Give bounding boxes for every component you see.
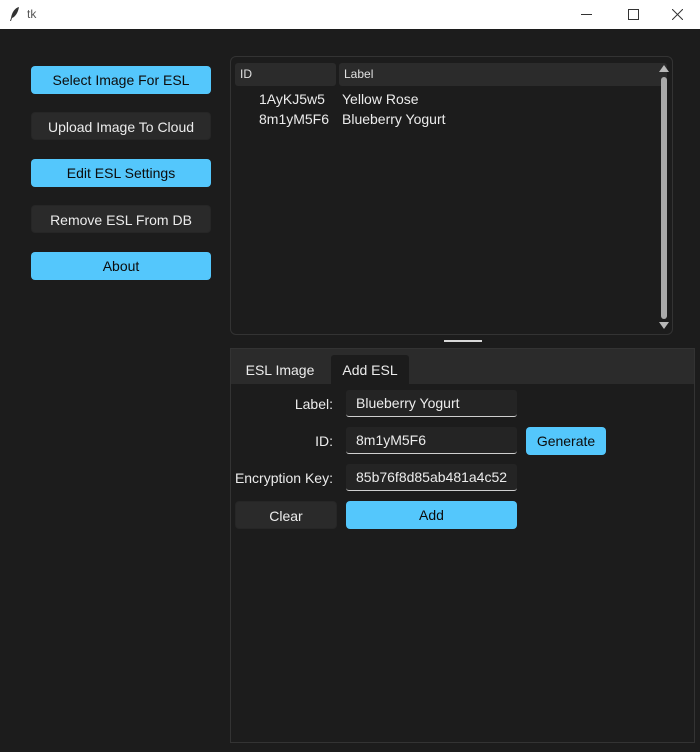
notebook: ESL Image Add ESL Label: Blueberry Yogur… <box>230 348 695 743</box>
close-button[interactable] <box>654 0 700 29</box>
table-row[interactable]: 1AyKJ5w5 Yellow Rose <box>231 89 671 109</box>
clear-button[interactable]: Clear <box>235 501 337 529</box>
tab-add-esl[interactable]: Add ESL <box>331 355 409 384</box>
cell-label: Blueberry Yogurt <box>342 111 446 127</box>
scroll-down-arrow-icon[interactable] <box>659 322 669 329</box>
maximize-button[interactable] <box>610 0 656 29</box>
encryption-key-field[interactable]: 85b76f8d85ab481a4c52 <box>346 464 517 491</box>
cell-id: 1AyKJ5w5 <box>259 91 325 107</box>
window-title: tk <box>27 7 37 21</box>
cell-label: Yellow Rose <box>342 91 419 107</box>
column-header-label[interactable]: Label <box>339 63 667 86</box>
tab-bar: ESL Image Add ESL <box>231 349 694 384</box>
label-field[interactable]: Blueberry Yogurt <box>346 390 517 417</box>
minimize-icon <box>580 14 592 15</box>
scroll-thumb[interactable] <box>661 77 667 319</box>
minimize-button[interactable] <box>563 0 609 29</box>
cell-id: 8m1yM5F6 <box>259 111 330 127</box>
esl-table[interactable]: ID Label 1AyKJ5w5 Yellow Rose 8m1yM5F6 B… <box>230 56 673 335</box>
title-bar: tk <box>0 0 700 29</box>
edit-settings-button[interactable]: Edit ESL Settings <box>31 159 211 187</box>
tab-esl-image[interactable]: ESL Image <box>235 355 325 384</box>
scroll-up-arrow-icon[interactable] <box>659 65 669 72</box>
about-button[interactable]: About <box>31 252 211 280</box>
maximize-icon <box>627 9 639 20</box>
upload-image-button[interactable]: Upload Image To Cloud <box>31 112 211 140</box>
select-image-button[interactable]: Select Image For ESL <box>31 66 211 94</box>
add-button[interactable]: Add <box>346 501 517 529</box>
pane-sash-handle[interactable] <box>444 340 482 342</box>
table-row[interactable]: 8m1yM5F6 Blueberry Yogurt <box>231 109 671 129</box>
id-field-caption: ID: <box>315 433 333 449</box>
remove-esl-button[interactable]: Remove ESL From DB <box>31 205 211 233</box>
encryption-key-caption: Encryption Key: <box>234 470 333 486</box>
feather-icon <box>10 7 19 21</box>
generate-button[interactable]: Generate <box>526 427 606 455</box>
column-header-id[interactable]: ID <box>235 63 336 86</box>
vertical-scrollbar[interactable] <box>658 63 670 331</box>
label-field-caption: Label: <box>294 396 333 412</box>
close-icon <box>671 9 683 20</box>
id-field[interactable]: 8m1yM5F6 <box>346 427 517 454</box>
